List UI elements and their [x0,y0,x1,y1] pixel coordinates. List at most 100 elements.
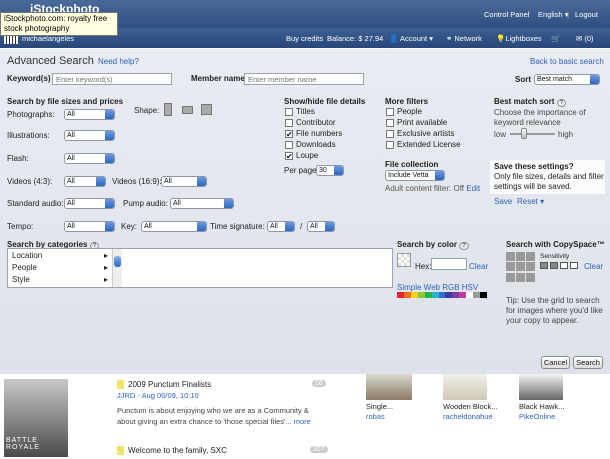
color-swatch[interactable] [424,292,432,298]
color-swatch[interactable] [445,292,453,298]
help-link[interactable]: Need help? [98,57,139,66]
filter-print[interactable]: Print available [386,117,461,128]
copyspace-cell[interactable] [516,272,525,282]
shape-portrait-icon[interactable] [164,103,172,116]
edit-link[interactable]: Edit [466,184,480,193]
color-swatch[interactable] [459,292,467,298]
categories-list[interactable]: Location ▸ People ▸ Style ▸ [7,248,393,288]
language-menu[interactable]: English ▾ [538,10,568,19]
scrollbar-thumb[interactable] [114,256,121,267]
item-user[interactable]: PikeOnline [519,412,555,421]
color-swatch[interactable] [417,292,425,298]
color-palette[interactable] [397,292,487,298]
image-thumbnail[interactable] [443,374,487,400]
copyspace-grid[interactable] [506,252,536,282]
collection-select[interactable]: Include Vetta [385,170,445,181]
category-people[interactable]: People [12,263,37,272]
copyspace-cell[interactable] [506,262,515,272]
keyword-input[interactable] [52,73,172,85]
item-user[interactable]: racheldonahue [443,412,493,421]
color-swatch[interactable] [431,292,439,298]
network-link[interactable]: ⚭ Network [446,34,482,43]
checkbox[interactable] [285,151,293,160]
color-swatch[interactable] [473,292,481,298]
flash-select[interactable]: All [64,153,115,164]
shape-square-icon[interactable] [201,104,212,115]
control-panel-link[interactable]: Control Panel [484,10,529,19]
copyspace-cell[interactable] [506,272,515,282]
post-title[interactable]: 2009 Punctum Finalists [128,380,211,389]
post-meta[interactable]: JJRD - Aug 06/09, 10:10 [117,391,199,400]
hex-input[interactable] [431,258,467,270]
color-swatch[interactable] [480,292,487,298]
photographs-select[interactable]: All [64,109,115,120]
help-icon[interactable]: ? [459,242,469,250]
detail-file-numbers[interactable]: File numbers [285,128,342,139]
videos43-select[interactable]: All [64,176,106,187]
post-thumbnail[interactable]: BATTLE ROYALE [4,379,68,457]
category-scrollbar[interactable] [112,249,122,287]
cancel-button[interactable]: Cancel [541,356,570,369]
color-swatch[interactable] [410,292,418,298]
color-swatch[interactable] [438,292,446,298]
tempo-select[interactable]: All [64,221,115,232]
sensitivity-selector[interactable] [540,262,582,270]
logout-link[interactable]: Logout [575,10,598,19]
color-swatch[interactable] [452,292,460,298]
time-signature-select-1[interactable]: All [267,221,295,232]
detail-contributor[interactable]: Contributor [285,117,342,128]
item-title[interactable]: Single... [366,402,393,411]
back-to-basic-link[interactable]: Back to basic search [530,57,604,66]
standard-audio-select[interactable]: All [64,198,115,209]
illustrations-select[interactable]: All [64,130,115,141]
color-swatch[interactable] [397,292,404,298]
copyspace-clear-link[interactable]: Clear [584,262,603,271]
category-style[interactable]: Style [12,275,30,284]
account-menu[interactable]: 👤 Account ▾ [389,34,433,43]
filter-extended[interactable]: Extended License [386,139,461,150]
checkbox[interactable] [386,107,394,116]
palette-tabs[interactable]: Simple Web RGB HSV [397,283,478,292]
buy-credits-link[interactable]: Buy credits [286,34,323,43]
checkbox[interactable] [285,129,293,138]
copyspace-cell[interactable] [526,262,535,272]
post-title-2[interactable]: Welcome to the family, SXC [128,446,227,455]
color-swatch[interactable] [466,292,474,298]
sort-select[interactable]: Best match [534,74,600,85]
more-link[interactable]: more [294,417,311,426]
key-select[interactable]: All [141,221,207,232]
relevance-slider[interactable] [510,133,555,135]
item-user[interactable]: robas [366,412,385,421]
filter-exclusive[interactable]: Exclusive artists [386,128,461,139]
checkbox[interactable] [285,118,293,127]
checkbox[interactable] [386,118,394,127]
videos169-select[interactable]: All [161,176,207,187]
image-thumbnail[interactable] [519,374,563,400]
checkbox[interactable] [386,129,394,138]
cart-icon[interactable]: 🛒 [551,34,560,43]
detail-downloads[interactable]: Downloads [285,139,342,150]
item-title[interactable]: Black Hawk... [519,402,564,411]
copyspace-cell[interactable] [526,252,535,261]
color-swatch[interactable] [403,292,411,298]
copyspace-cell[interactable] [516,262,525,272]
save-link[interactable]: Save [494,197,512,206]
per-page-select[interactable]: 30 [316,165,344,176]
messages-link[interactable]: ✉ (0) [576,34,594,43]
checkbox[interactable] [285,140,293,149]
copyspace-cell[interactable] [516,252,525,261]
reset-link[interactable]: Reset ▾ [517,197,544,206]
copyspace-cell[interactable] [506,252,515,261]
filter-people[interactable]: People [386,106,461,117]
member-input[interactable] [244,73,364,85]
copyspace-cell[interactable] [526,272,535,282]
color-clear-link[interactable]: Clear [469,262,488,271]
detail-titles[interactable]: Titles [285,106,342,117]
item-title[interactable]: Wooden Block... [443,402,497,411]
search-button[interactable]: Search [573,356,603,369]
category-location[interactable]: Location [12,251,42,260]
pump-audio-select[interactable]: All [170,198,234,209]
slider-handle[interactable] [521,128,527,139]
image-thumbnail[interactable] [366,374,412,400]
detail-loupe[interactable]: Loupe [285,150,342,161]
